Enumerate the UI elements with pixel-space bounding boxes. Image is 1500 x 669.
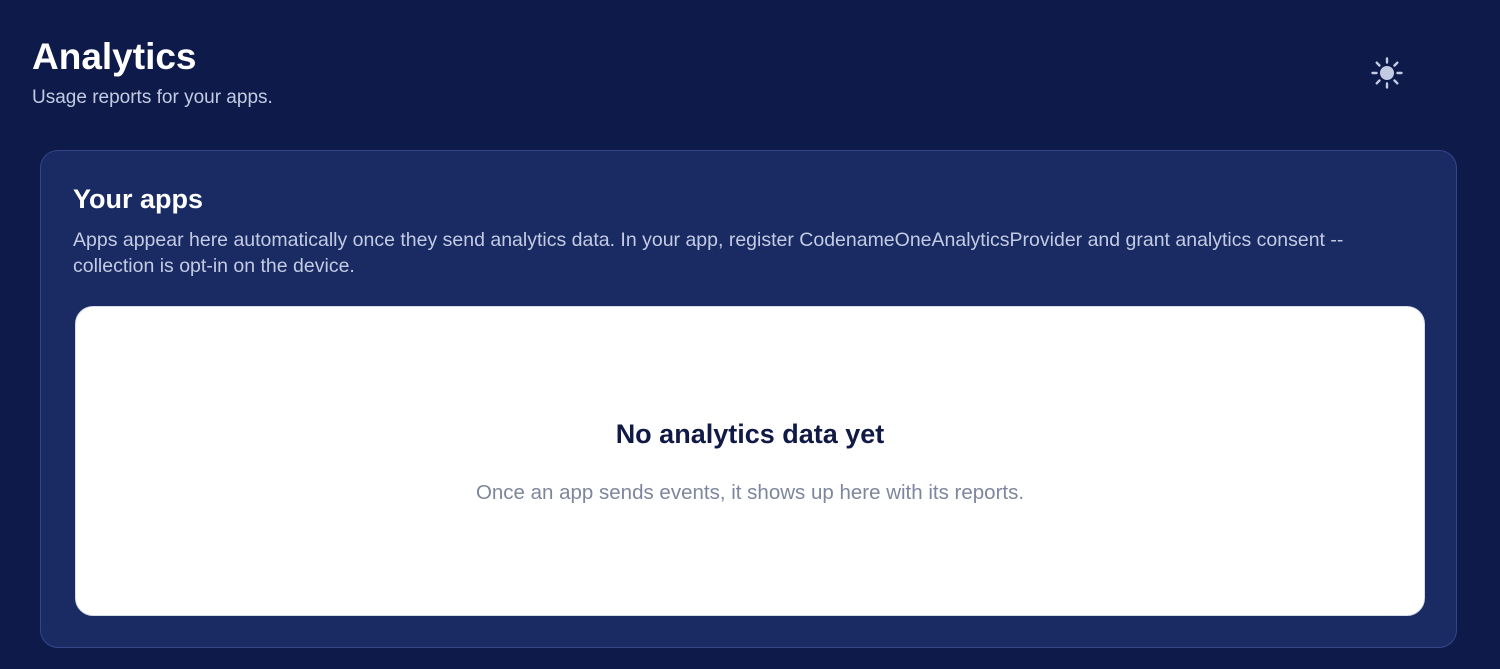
page-header: Analytics Usage reports for your apps.	[32, 36, 273, 110]
empty-state-title: No analytics data yet	[615, 419, 885, 449]
page-title: Analytics	[32, 36, 197, 77]
empty-state-message: Once an app sends events, it shows up he…	[475, 481, 1025, 504]
theme-toggle-button[interactable]	[1368, 54, 1406, 92]
apps-card-title: Your apps	[73, 184, 204, 214]
page-subtitle: Usage reports for your apps.	[32, 87, 273, 108]
sun-icon	[1371, 57, 1403, 89]
analytics-page: { "header": { "title": "Analytics", "sub…	[0, 0, 1500, 669]
apps-card-description: Apps appear here automatically once they…	[73, 229, 1344, 277]
apps-card: Your apps Apps appear here automatically…	[40, 150, 1457, 648]
empty-state-panel: No analytics data yet Once an app sends …	[75, 306, 1425, 616]
